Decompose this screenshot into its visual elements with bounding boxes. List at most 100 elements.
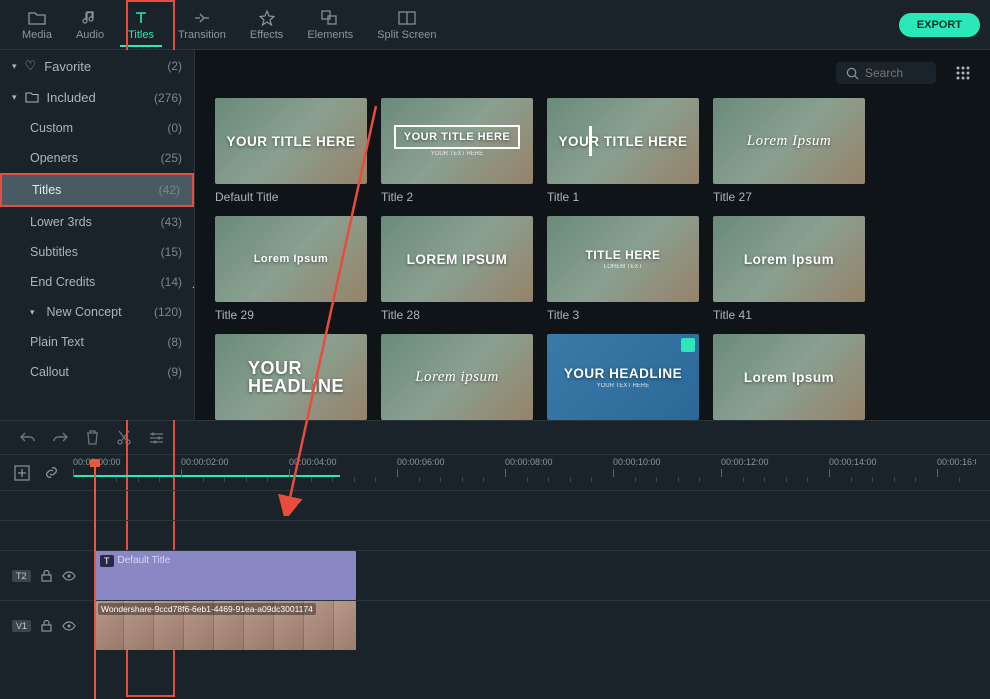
add-track-icon[interactable]	[14, 465, 30, 481]
thumbnail[interactable]: Lorem IpsumTitle 27	[713, 98, 865, 204]
sidebar-item-new-concept[interactable]: ▾New Concept(120)	[0, 297, 194, 327]
sidebar-item-subtitles[interactable]: Subtitles(15)	[0, 237, 194, 267]
thumbnail-preview: TITLE HERE LOREM TEXT	[547, 216, 699, 302]
grid-view-icon[interactable]	[956, 66, 970, 80]
tab-transition[interactable]: Transition	[166, 3, 238, 47]
tab-elements[interactable]: Elements	[295, 3, 365, 47]
tab-elements-label: Elements	[307, 29, 353, 41]
sidebar-item-plain-text[interactable]: Plain Text(8)	[0, 327, 194, 357]
eye-icon[interactable]	[62, 621, 76, 631]
undo-icon[interactable]	[20, 431, 35, 444]
delete-icon[interactable]	[86, 430, 99, 445]
thumbnail-preview: Lorem Ipsum	[713, 334, 865, 420]
thumbnail-preview: Lorem Ipsum	[713, 216, 865, 302]
track-label-v1: V1	[12, 620, 31, 632]
ruler-tick: 00:00:06:00	[397, 457, 445, 477]
export-button[interactable]: EXPORT	[899, 13, 980, 37]
sidebar-item-label: End Credits	[30, 275, 95, 289]
thumbnail-preview: LOREM IPSUM	[381, 216, 533, 302]
sidebar-item-count: (9)	[167, 365, 182, 379]
sidebar-item-count: (25)	[161, 151, 182, 165]
sidebar-item-favorite[interactable]: ▾♡Favorite(2)	[0, 50, 194, 82]
tab-media[interactable]: Media	[10, 3, 64, 47]
thumbnail[interactable]: YOURHEADLINE	[215, 334, 367, 426]
sidebar-item-count: (0)	[167, 121, 182, 135]
sidebar-item-lower-3rds[interactable]: Lower 3rds(43)	[0, 207, 194, 237]
thumbnail-overlay-text: TITLE HERE	[585, 248, 660, 262]
thumbnail-label: Title 2	[381, 190, 533, 204]
thumbnail[interactable]: YOUR HEADLINEYOUR TEXT HERE	[547, 334, 699, 426]
track-label-t2: T2	[12, 570, 31, 582]
eye-icon[interactable]	[62, 571, 76, 581]
star-icon	[258, 9, 276, 27]
thumbnail[interactable]: Lorem IpsumTitle 29	[215, 216, 367, 322]
link-icon[interactable]	[44, 465, 59, 480]
sidebar-item-label: Openers	[30, 151, 78, 165]
lock-icon[interactable]	[41, 569, 52, 582]
tab-split-label: Split Screen	[377, 29, 436, 41]
timeline-header: 00:00:00:0000:00:02:0000:00:04:0000:00:0…	[0, 454, 990, 490]
thumbnail[interactable]: YOUR TITLE HEREDefault Title	[215, 98, 367, 204]
main-toolbar: Media Audio Titles Transition Effects El…	[0, 0, 990, 50]
title-clip[interactable]: T Default Title	[94, 551, 356, 600]
chevron-down-icon: ▾	[12, 61, 17, 72]
split-icon	[398, 9, 416, 27]
transition-icon	[193, 9, 211, 27]
sidebar-item-callout[interactable]: Callout (9)	[0, 357, 194, 387]
timeline-tracks: T2 T Default Title V1 Wondershare-9ccd78f…	[0, 490, 990, 650]
thumbnail-label: Title 41	[713, 308, 865, 322]
tab-effects-label: Effects	[250, 29, 283, 41]
playhead[interactable]	[94, 461, 96, 699]
sidebar-item-label: Callout	[30, 365, 69, 379]
sidebar-item-label: Favorite	[44, 59, 91, 74]
settings-icon[interactable]	[149, 431, 164, 444]
thumbnail-overlay-subtext: LOREM TEXT	[604, 264, 642, 270]
sidebar-item-custom[interactable]: Custom (0)	[0, 113, 194, 143]
thumbnail-overlay-text: Lorem Ipsum	[744, 370, 834, 385]
thumbnail-overlay-text: YOUR HEADLINE	[564, 366, 682, 381]
tab-effects[interactable]: Effects	[238, 3, 295, 47]
chevron-down-icon: ▾	[12, 92, 17, 103]
sidebar-item-count: (43)	[161, 215, 182, 229]
thumbnail[interactable]: Lorem ipsum	[381, 334, 533, 426]
thumbnail[interactable]: LOREM IPSUM Title 28	[381, 216, 533, 322]
tab-titles-label: Titles	[128, 29, 154, 41]
ruler-tick: 00:00:12:00	[721, 457, 769, 477]
sidebar-item-titles[interactable]: Titles(42)	[0, 173, 194, 207]
tab-audio-label: Audio	[76, 29, 104, 41]
video-clip[interactable]: Wondershare-9ccd78f6-6eb1-4469-91ea-a09d…	[94, 601, 356, 650]
thumbnail-label: Default Title	[215, 190, 367, 204]
sidebar-item-included[interactable]: ▾Included(276)	[0, 82, 194, 113]
sidebar: ▾♡Favorite(2)▾Included(276)Custom(0)Open…	[0, 50, 195, 420]
tab-audio[interactable]: Audio	[64, 3, 116, 47]
sidebar-item-end-credits[interactable]: End Credits(14)	[0, 267, 194, 297]
video-track: V1 Wondershare-9ccd78f6-6eb1-4469-91ea-a…	[0, 600, 990, 650]
clip-label: Default Title	[118, 555, 171, 566]
thumbnail[interactable]: YOUR TITLE HEREYOUR TEXT HERETitle 2	[381, 98, 533, 204]
thumbnail[interactable]: Lorem Ipsum	[713, 334, 865, 426]
split-clip-icon[interactable]	[117, 430, 131, 445]
chevron-down-icon: ▾	[30, 307, 35, 318]
sidebar-item-label: Custom	[30, 121, 73, 135]
lock-icon[interactable]	[41, 619, 52, 632]
thumbnail-overlay-text: LOREM IPSUM	[407, 252, 508, 267]
thumbnail[interactable]: TITLE HERELOREM TEXTTitle 3	[547, 216, 699, 322]
sidebar-item-label: Included	[47, 90, 96, 105]
thumbnail-label: Title 29	[215, 308, 367, 322]
thumbnail[interactable]: Lorem Ipsum Title 41	[713, 216, 865, 322]
redo-icon[interactable]	[53, 431, 68, 444]
tab-split-screen[interactable]: Split Screen	[365, 3, 448, 47]
ruler-tick: 00:00:16:00	[937, 457, 976, 477]
thumbnail-label: Title 28	[381, 308, 533, 322]
track-spacer	[0, 490, 990, 520]
text-badge-icon: T	[100, 555, 114, 567]
thumbnail[interactable]: YOUR TITLE HERETitle 1	[547, 98, 699, 204]
timeline-ruler[interactable]: 00:00:00:0000:00:02:0000:00:04:0000:00:0…	[73, 457, 976, 489]
tab-titles[interactable]: Titles	[116, 3, 166, 47]
sidebar-item-count: (120)	[154, 305, 182, 319]
sidebar-item-openers[interactable]: Openers (25)	[0, 143, 194, 173]
shapes-icon	[321, 9, 339, 27]
search-box[interactable]	[836, 62, 936, 84]
search-input[interactable]	[865, 66, 925, 80]
thumbnail-label: Title 27	[713, 190, 865, 204]
